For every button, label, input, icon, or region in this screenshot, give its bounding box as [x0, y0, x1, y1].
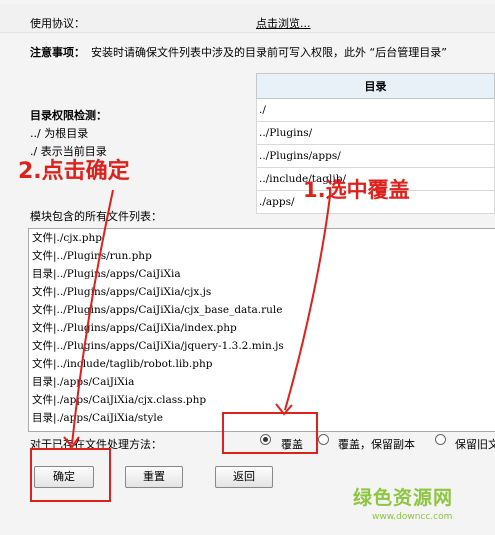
arrow-to-confirm	[71, 189, 114, 445]
arrow-to-overwrite	[284, 195, 331, 411]
watermark-logo: 绿色资源网	[353, 487, 454, 509]
arrow-to-overwrite-head	[275, 403, 293, 416]
watermark-url: www.downcc.com	[372, 512, 453, 522]
step2-annotation: 2.点击确定	[18, 159, 130, 184]
annotation-arrows	[63, 189, 331, 449]
step1-annotation: 1.选中覆盖	[303, 178, 410, 202]
